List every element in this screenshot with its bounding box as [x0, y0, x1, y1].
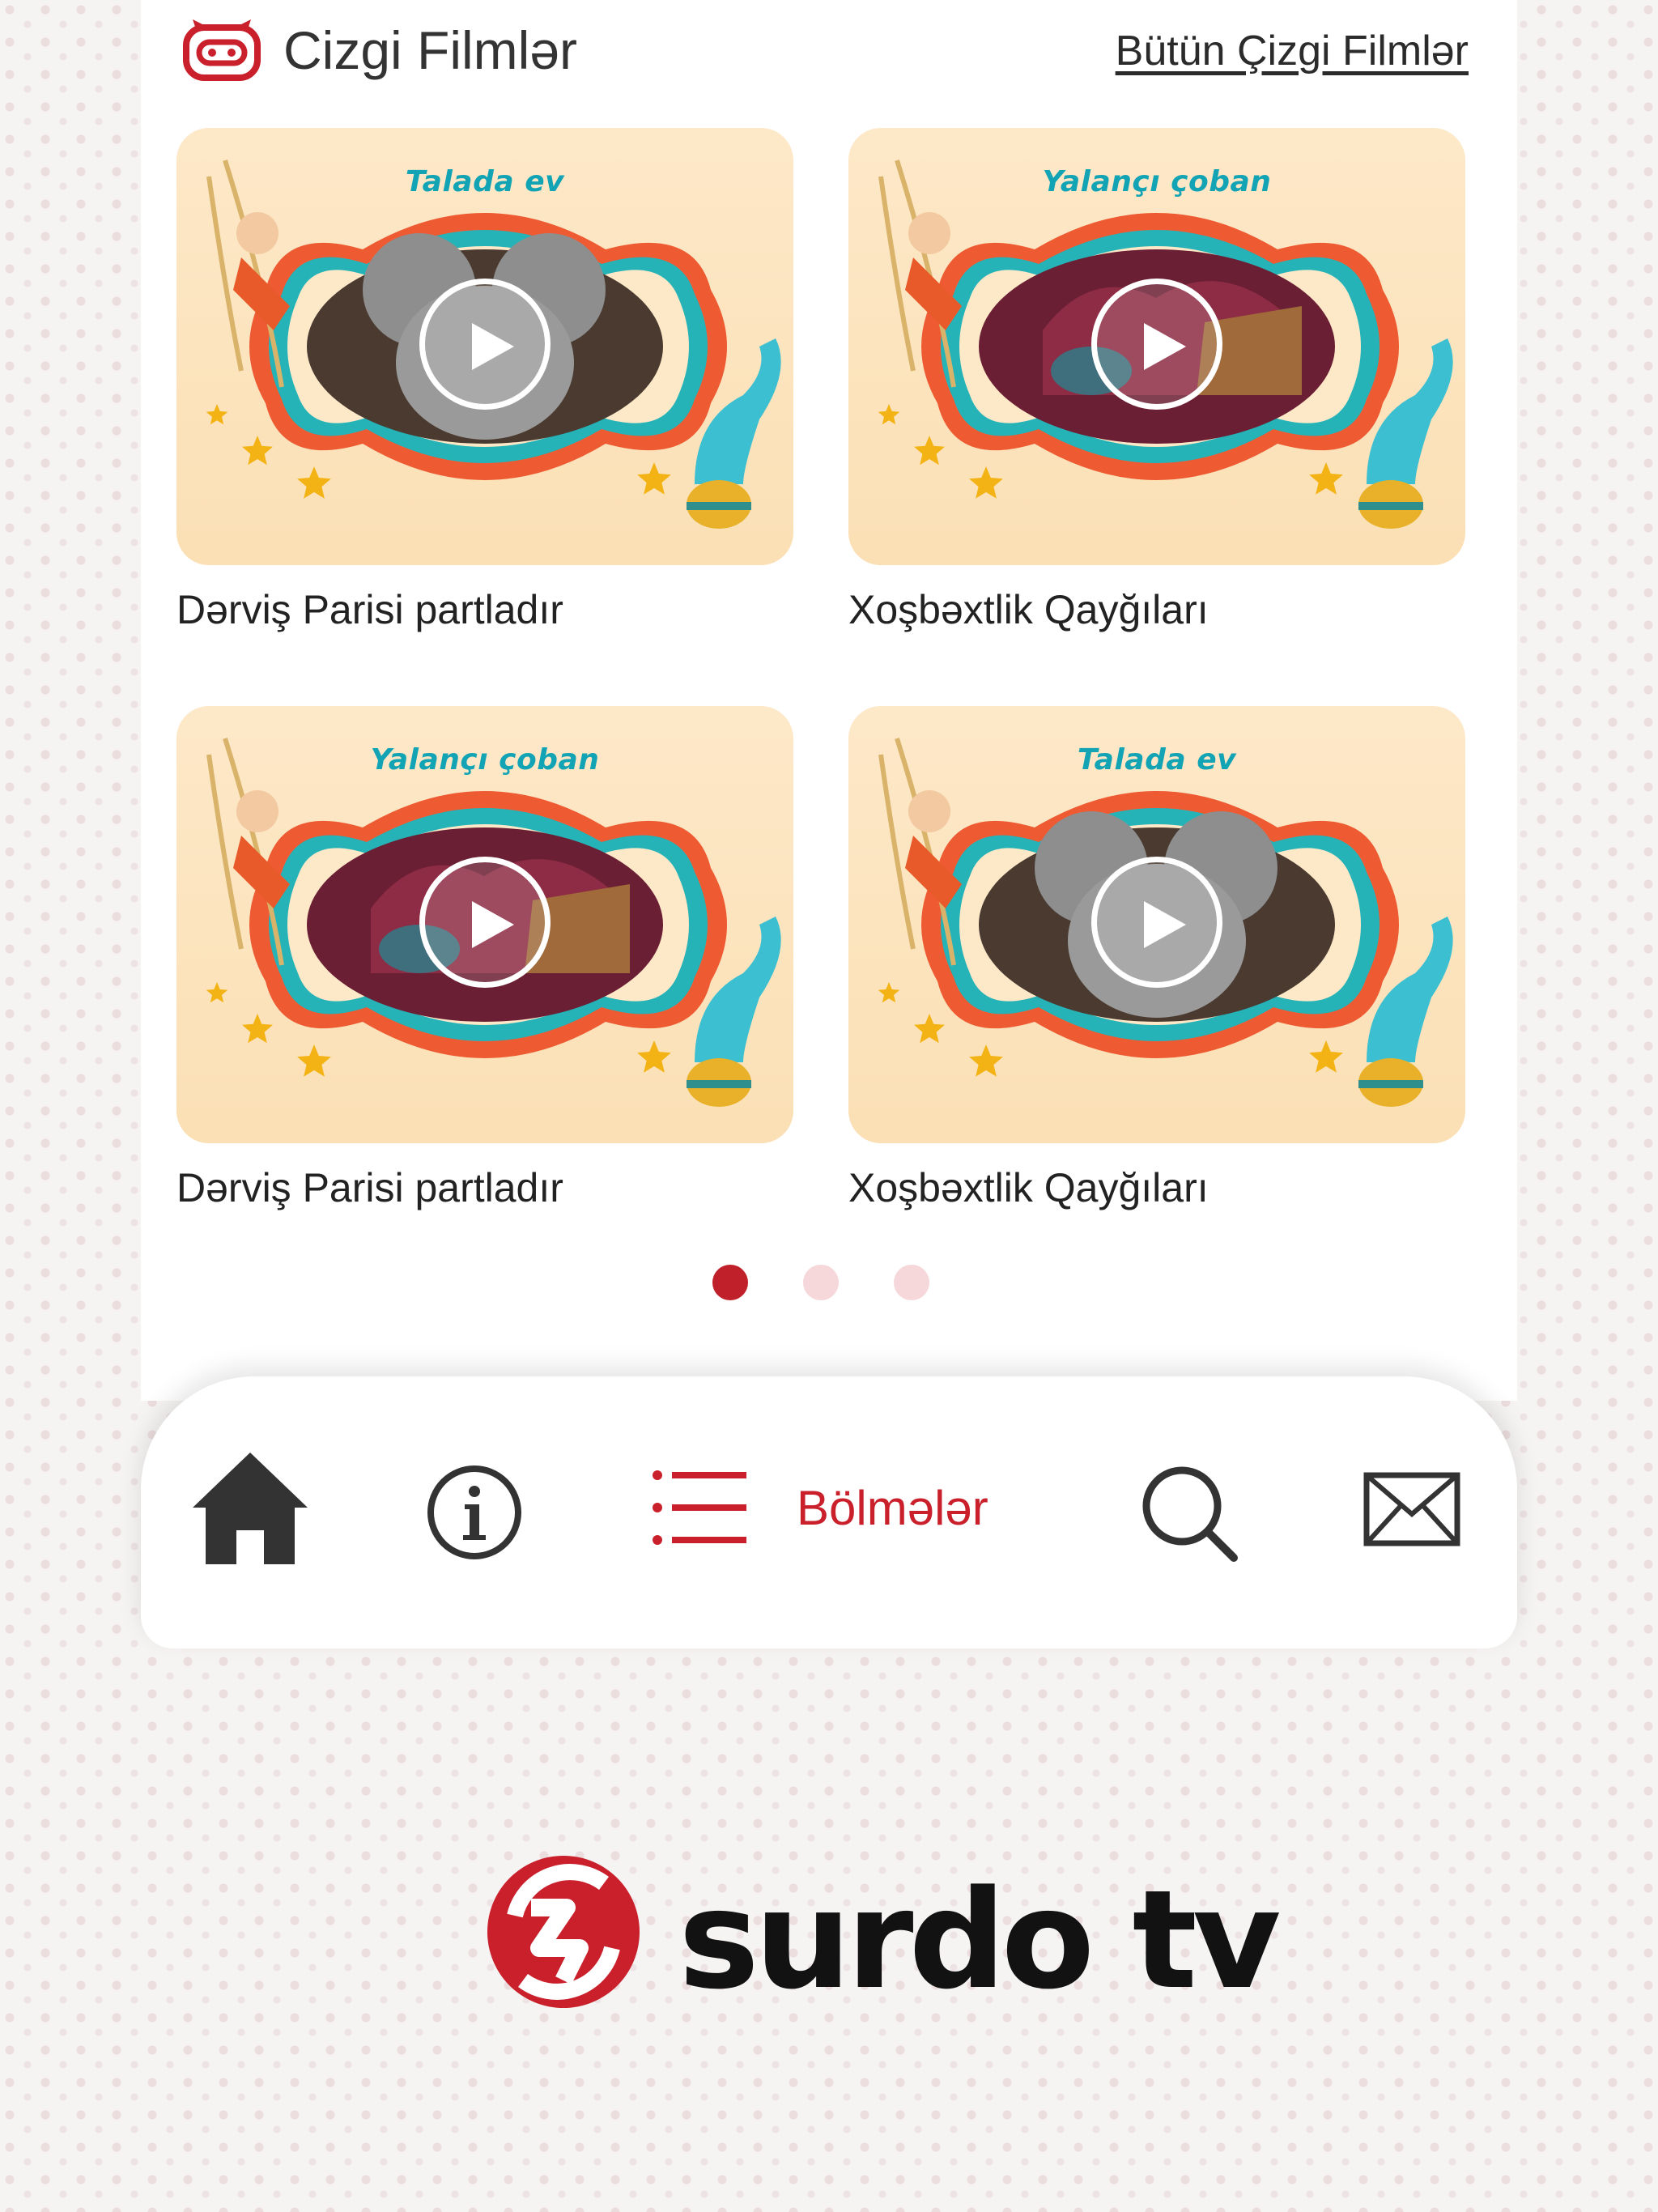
thumbnail-title: Yalançı çoban — [1042, 165, 1272, 198]
all-cartoons-link[interactable]: Bütün Çizgi Filmlər — [1116, 24, 1469, 78]
cartoon-title[interactable]: Xoşbəxtlik Qayğıları — [848, 583, 1209, 636]
play-button[interactable] — [419, 279, 551, 410]
nav-sections-button[interactable]: Bölmələr — [651, 1464, 1169, 1561]
cartoon-robot-icon — [181, 16, 262, 81]
list-icon — [651, 1467, 748, 1552]
thumbnail-title: Talada ev — [405, 165, 565, 198]
play-button[interactable] — [419, 857, 551, 988]
mail-icon — [1363, 1472, 1460, 1553]
surdo-tv-logo-icon — [483, 1856, 644, 2016]
play-icon — [472, 901, 514, 948]
carousel-pagination — [141, 1265, 1517, 1305]
brand-logo: surdo tv — [483, 1851, 1281, 2029]
thumbnail-title: Talada ev — [1077, 743, 1237, 776]
home-icon — [189, 1453, 311, 1571]
pagination-dot[interactable] — [894, 1265, 929, 1300]
search-icon — [1137, 1466, 1242, 1569]
cartoons-section: Cizgi Filmlər Bütün Çizgi Filmlər Talada… — [141, 0, 1517, 1401]
play-icon — [1144, 323, 1186, 370]
info-icon — [426, 1465, 523, 1564]
nav-home-button[interactable] — [189, 1446, 311, 1568]
thumbnail-title: Yalançı çoban — [370, 743, 600, 776]
play-icon — [472, 323, 514, 370]
section-title: Cizgi Filmlər — [283, 20, 577, 80]
nav-sections-label: Bölmələr — [797, 1481, 988, 1535]
cartoon-title[interactable]: Dərviş Parisi partladır — [176, 1161, 563, 1214]
nav-search-button[interactable] — [1137, 1461, 1242, 1566]
cartoon-title[interactable]: Xoşbəxtlik Qayğıları — [848, 1161, 1209, 1214]
play-button[interactable] — [1091, 279, 1222, 410]
play-icon — [1144, 901, 1186, 948]
pagination-dot[interactable] — [712, 1265, 748, 1300]
nav-info-button[interactable] — [426, 1464, 523, 1561]
bottom-navigation: Bölmələr — [141, 1376, 1517, 1648]
section-header: Cizgi Filmlər Bütün Çizgi Filmlər — [141, 0, 1517, 105]
nav-contact-button[interactable] — [1363, 1472, 1460, 1550]
cartoon-title[interactable]: Dərviş Parisi partladır — [176, 583, 563, 636]
play-button[interactable] — [1091, 857, 1222, 988]
pagination-dot[interactable] — [803, 1265, 839, 1300]
brand-name: surdo tv — [678, 1861, 1281, 2019]
